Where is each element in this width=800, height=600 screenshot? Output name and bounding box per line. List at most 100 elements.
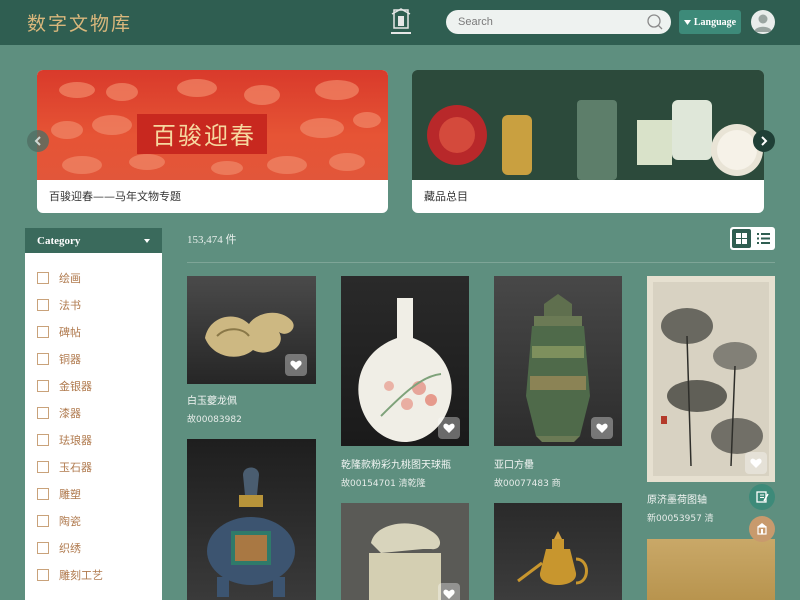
category-label: 金银器 bbox=[59, 379, 92, 393]
checkbox[interactable] bbox=[37, 406, 49, 419]
list-view-icon bbox=[757, 233, 770, 244]
language-button[interactable]: Language bbox=[679, 10, 741, 34]
category-item[interactable]: 绘画 bbox=[25, 264, 162, 291]
carousel-prev-button[interactable] bbox=[27, 130, 49, 152]
category-label: 铜器 bbox=[59, 352, 81, 366]
artifact-card[interactable] bbox=[341, 503, 469, 600]
checkbox[interactable] bbox=[37, 541, 49, 554]
category-list: 绘画 法书 碑帖 铜器 金银器 漆器 珐琅器 玉石器 雕塑 陶瓷 织绣 雕刻工艺 bbox=[25, 253, 162, 588]
checkbox[interactable] bbox=[37, 487, 49, 500]
category-sidebar: Category 绘画 法书 碑帖 铜器 金银器 漆器 珐琅器 玉石器 雕塑 陶… bbox=[25, 228, 162, 600]
category-label: 玉石器 bbox=[59, 460, 92, 474]
checkbox[interactable] bbox=[37, 325, 49, 338]
category-item[interactable]: 铜器 bbox=[25, 345, 162, 372]
category-item[interactable]: 织绣 bbox=[25, 534, 162, 561]
banner-caption: 藏品总目 bbox=[424, 190, 468, 203]
artifact-id: 新00053957 清 bbox=[647, 514, 714, 524]
grid-view-button[interactable] bbox=[732, 229, 751, 248]
top-bar: 数字文物库 Language bbox=[0, 0, 800, 45]
heart-icon bbox=[290, 360, 302, 370]
artifact-card[interactable]: 亚口方罍 故00077483 商 bbox=[494, 276, 622, 491]
category-dropdown-header[interactable]: Category bbox=[25, 228, 162, 253]
artifact-image bbox=[647, 539, 775, 600]
favorite-button[interactable] bbox=[285, 354, 307, 376]
list-view-button[interactable] bbox=[754, 229, 773, 248]
artifact-card[interactable]: 白玉夔龙佩 故00083982 bbox=[187, 276, 316, 426]
checkbox[interactable] bbox=[37, 298, 49, 311]
category-item[interactable]: 珐琅器 bbox=[25, 426, 162, 453]
artifact-card[interactable] bbox=[647, 539, 775, 600]
heart-icon bbox=[443, 589, 455, 599]
checkbox[interactable] bbox=[37, 271, 49, 284]
category-label: 雕刻工艺 bbox=[59, 568, 103, 582]
category-label: 珐琅器 bbox=[59, 433, 92, 447]
checkbox[interactable] bbox=[37, 352, 49, 365]
favorite-button[interactable] bbox=[591, 417, 613, 439]
category-item[interactable]: 陶瓷 bbox=[25, 507, 162, 534]
checkbox[interactable] bbox=[37, 514, 49, 527]
caret-down-icon bbox=[144, 239, 150, 243]
heart-icon bbox=[443, 423, 455, 433]
collection-collage bbox=[412, 70, 764, 180]
checkbox[interactable] bbox=[37, 460, 49, 473]
caret-down-icon bbox=[683, 19, 691, 25]
user-avatar[interactable] bbox=[751, 10, 775, 34]
divider bbox=[187, 262, 775, 263]
palace-museum-emblem-icon[interactable] bbox=[388, 8, 414, 38]
artifact-image bbox=[494, 503, 622, 600]
grid-view-icon bbox=[736, 233, 747, 244]
category-item[interactable]: 碑帖 bbox=[25, 318, 162, 345]
search-icon[interactable] bbox=[647, 14, 663, 30]
checkbox[interactable] bbox=[37, 568, 49, 581]
checkbox[interactable] bbox=[37, 433, 49, 446]
result-count: 153,474 件 bbox=[187, 234, 237, 246]
favorite-button[interactable] bbox=[438, 583, 460, 600]
chevron-right-icon bbox=[761, 136, 768, 146]
heart-icon bbox=[596, 423, 608, 433]
edit-icon bbox=[756, 491, 769, 503]
gold-ewer-illustration bbox=[517, 531, 588, 585]
search-box bbox=[446, 10, 671, 34]
category-label: 陶瓷 bbox=[59, 514, 81, 528]
search-input[interactable] bbox=[458, 13, 638, 31]
category-label: 织绣 bbox=[59, 541, 81, 555]
carousel-next-button[interactable] bbox=[753, 130, 775, 152]
banner-collection-catalog[interactable]: 藏品总目 bbox=[412, 70, 764, 213]
banner-horse-feature[interactable]: 百骏迎春 百骏迎春——马年文物专题 bbox=[37, 70, 388, 213]
category-item[interactable]: 金银器 bbox=[25, 372, 162, 399]
category-item[interactable]: 法书 bbox=[25, 291, 162, 318]
category-label: 法书 bbox=[59, 298, 81, 312]
artifact-id: 故00077483 商 bbox=[494, 479, 561, 489]
heart-icon bbox=[750, 458, 762, 468]
artifact-title: 白玉夔龙佩 bbox=[187, 396, 237, 407]
artifact-card[interactable] bbox=[494, 503, 622, 600]
category-label: 漆器 bbox=[59, 406, 81, 420]
language-label: Language bbox=[693, 16, 737, 28]
artifact-id: 故00083982 bbox=[187, 415, 242, 425]
artifact-id: 故00154701 清乾隆 bbox=[341, 479, 426, 489]
artifact-title: 原济墨荷图轴 bbox=[647, 495, 707, 506]
favorite-button[interactable] bbox=[745, 452, 767, 474]
banner-caption: 百骏迎春——马年文物专题 bbox=[49, 190, 181, 203]
category-item[interactable]: 雕塑 bbox=[25, 480, 162, 507]
feedback-button[interactable] bbox=[749, 484, 775, 510]
artifact-title: 乾隆款粉彩九桃图天球瓶 bbox=[341, 460, 451, 471]
checkbox[interactable] bbox=[37, 379, 49, 392]
artifact-card[interactable]: 乾隆款粉彩九桃图天球瓶 故00154701 清乾隆 bbox=[341, 276, 469, 491]
category-label: 雕塑 bbox=[59, 487, 81, 501]
artifact-title: 亚口方罍 bbox=[494, 460, 534, 471]
artifact-card[interactable] bbox=[187, 439, 316, 600]
banner-image bbox=[412, 70, 764, 180]
artifact-image bbox=[187, 439, 316, 600]
favorite-button[interactable] bbox=[438, 417, 460, 439]
museum-button[interactable] bbox=[749, 516, 775, 542]
category-item[interactable]: 漆器 bbox=[25, 399, 162, 426]
site-logo[interactable]: 数字文物库 bbox=[27, 9, 132, 36]
chevron-left-icon bbox=[34, 136, 41, 146]
category-item[interactable]: 玉石器 bbox=[25, 453, 162, 480]
category-label: 绘画 bbox=[59, 271, 81, 285]
banner-image: 百骏迎春 bbox=[37, 70, 388, 180]
user-icon bbox=[754, 14, 772, 32]
category-item[interactable]: 雕刻工艺 bbox=[25, 561, 162, 588]
cloisonne-elephant-illustration bbox=[207, 467, 295, 597]
